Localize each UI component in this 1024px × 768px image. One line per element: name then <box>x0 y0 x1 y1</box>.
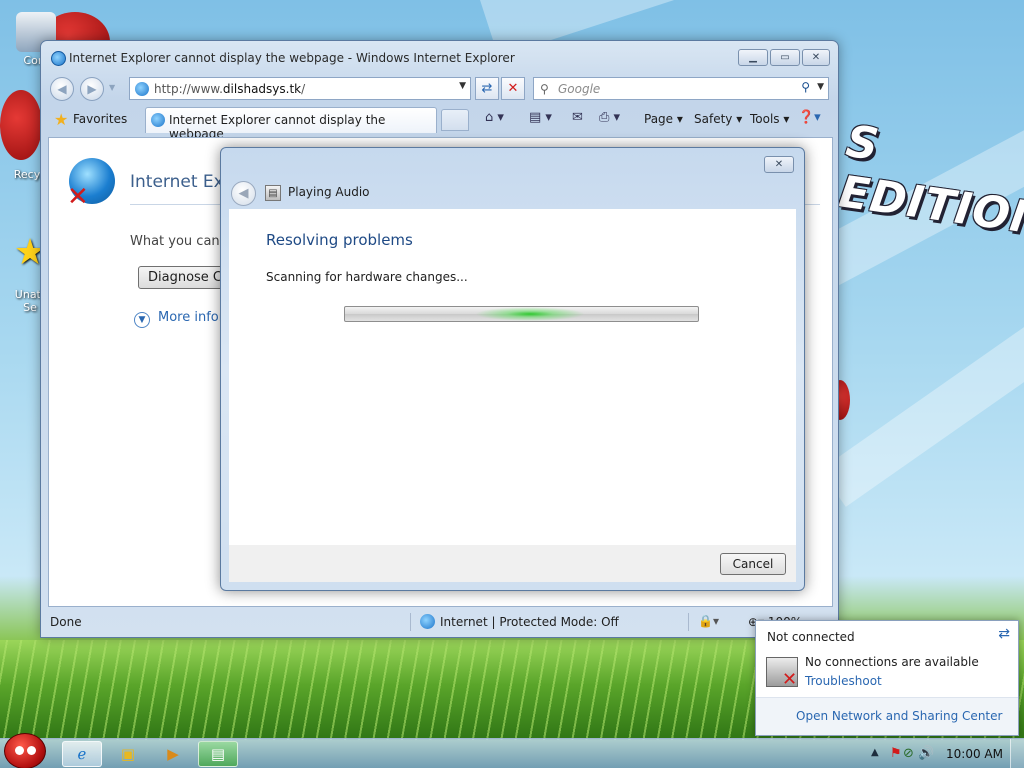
star-icon: ★ <box>54 110 69 129</box>
error-x-icon: ✕ <box>782 669 798 690</box>
ie-logo-icon <box>51 51 66 66</box>
back-button[interactable]: ◀ <box>50 77 74 101</box>
address-dropdown-icon[interactable]: ▼ <box>459 81 466 91</box>
address-domain: dilshadsys.tk <box>222 82 302 96</box>
refresh-icon[interactable]: ⇄ <box>998 626 1010 642</box>
flyout-footer: Open Network and Sharing Center <box>756 697 1018 735</box>
dialog-heading: Resolving problems <box>266 231 413 249</box>
printer-icon[interactable]: ⎙ ▾ <box>599 110 620 125</box>
address-prefix: http://www. <box>154 82 223 96</box>
rss-icon[interactable]: ▤ ▾ <box>529 110 552 125</box>
status-separator <box>410 613 411 631</box>
favorites-label: Favorites <box>73 112 128 126</box>
search-options-dropdown[interactable]: ▼ <box>817 82 824 92</box>
close-button[interactable]: ✕ <box>764 156 794 173</box>
forward-button[interactable]: ▶ <box>80 77 104 101</box>
mail-icon[interactable]: ✉ <box>572 110 583 125</box>
stop-button[interactable]: ✕ <box>501 77 525 100</box>
taskbar-troubleshooter-button[interactable]: ▤ <box>198 741 238 767</box>
status-bar: Done Internet | Protected Mode: Off 🔒▾ ⊕… <box>48 611 833 633</box>
start-orb-eye <box>15 746 24 755</box>
favorites-button[interactable]: ★ Favorites <box>49 109 133 131</box>
search-placeholder: Google <box>558 82 601 96</box>
flag-icon[interactable]: ⚑ <box>890 746 902 761</box>
lock-icon[interactable]: 🔒▾ <box>698 614 719 628</box>
new-tab-button[interactable] <box>441 109 469 131</box>
progress-marquee <box>475 307 585 321</box>
taskbar-media-player-button[interactable]: ▶ <box>153 741 193 767</box>
command-row: ★ Favorites Internet Explorer cannot dis… <box>47 107 832 141</box>
expand-chevron-icon[interactable]: ▼ <box>134 312 150 328</box>
search-provider-icon: ⚲ <box>540 82 549 96</box>
maximize-button[interactable]: ▭ <box>770 49 800 66</box>
network-message: No connections are available <box>805 655 979 669</box>
error-title: Internet Exp <box>130 172 235 192</box>
window-title: Internet Explorer cannot display the web… <box>69 51 515 65</box>
page-icon <box>135 82 149 96</box>
taskbar-ie-button[interactable]: ℯ <box>62 741 102 767</box>
taskbar: ℯ ▣ ▶ ▤ ▲ ⚑ ⊘ 🔊 10:00 AM <box>0 733 1024 768</box>
tools-menu[interactable]: Tools ▾ <box>750 112 789 126</box>
dialog-status: Scanning for hardware changes... <box>266 270 468 284</box>
error-x-icon: ✕ <box>67 182 89 212</box>
help-icon[interactable]: ❓▾ <box>798 110 821 125</box>
window-controls: ▁ ▭ ✕ <box>738 49 830 66</box>
network-flyout: Not connected ⇄ ✕ No connections are ava… <box>755 620 1019 736</box>
address-bar[interactable]: http://www.dilshadsys.tk/ ▼ <box>129 77 471 100</box>
show-hidden-icons-button[interactable]: ▲ <box>871 747 879 758</box>
home-icon[interactable]: ⌂ ▾ <box>485 110 504 125</box>
cancel-button[interactable]: Cancel <box>720 553 786 575</box>
address-row: ◀ ▶ ▼ http://www.dilshadsys.tk/ ▼ ⇄ ✕ ⚲ … <box>47 75 832 103</box>
refresh-button[interactable]: ⇄ <box>475 77 499 100</box>
page-menu[interactable]: Page ▾ <box>644 112 683 126</box>
address-suffix: / <box>301 82 306 96</box>
troubleshooter-dialog: ✕ ◀ ▤ Playing Audio Resolving problems S… <box>220 147 805 591</box>
error-question: What you can t <box>130 234 229 249</box>
search-input[interactable]: ⚲ Google ⚲ ▼ <box>533 77 829 100</box>
status-text: Done <box>50 615 82 629</box>
recent-pages-dropdown[interactable]: ▼ <box>109 83 115 92</box>
more-info-link[interactable]: More infor <box>158 310 224 325</box>
minimize-button[interactable]: ▁ <box>738 49 768 66</box>
security-zone-label: Internet | Protected Mode: Off <box>440 615 619 629</box>
close-button[interactable]: ✕ <box>802 49 830 66</box>
security-zone[interactable]: Internet | Protected Mode: Off <box>420 614 619 629</box>
progress-bar <box>344 306 699 322</box>
safety-menu[interactable]: Safety ▾ <box>694 112 742 126</box>
search-icon[interactable]: ⚲ <box>801 80 810 94</box>
page-icon <box>151 113 165 127</box>
status-separator <box>688 613 689 631</box>
network-status: Not connected <box>767 630 855 644</box>
show-desktop-button[interactable] <box>1010 739 1024 768</box>
back-button[interactable]: ◀ <box>231 181 256 206</box>
title-bar[interactable]: Internet Explorer cannot display the web… <box>41 41 838 73</box>
dialog-footer: Cancel <box>229 545 796 582</box>
sky-ray <box>820 297 1024 507</box>
clock[interactable]: 10:00 AM <box>946 747 1003 761</box>
taskbar-explorer-button[interactable]: ▣ <box>108 741 148 767</box>
troubleshooter-icon: ▤ <box>265 185 281 201</box>
dialog-title: Playing Audio <box>288 185 370 199</box>
start-orb-eye <box>27 746 36 755</box>
tab-active[interactable]: Internet Explorer cannot display the web… <box>145 107 437 141</box>
network-icon[interactable]: ⊘ <box>903 746 914 761</box>
network-sharing-center-link[interactable]: Open Network and Sharing Center <box>796 709 1002 723</box>
dialog-body: Resolving problems Scanning for hardware… <box>229 209 796 545</box>
volume-icon[interactable]: 🔊 <box>918 746 934 761</box>
troubleshoot-link[interactable]: Troubleshoot <box>805 674 882 688</box>
globe-icon <box>420 614 435 629</box>
start-button[interactable] <box>4 733 46 768</box>
